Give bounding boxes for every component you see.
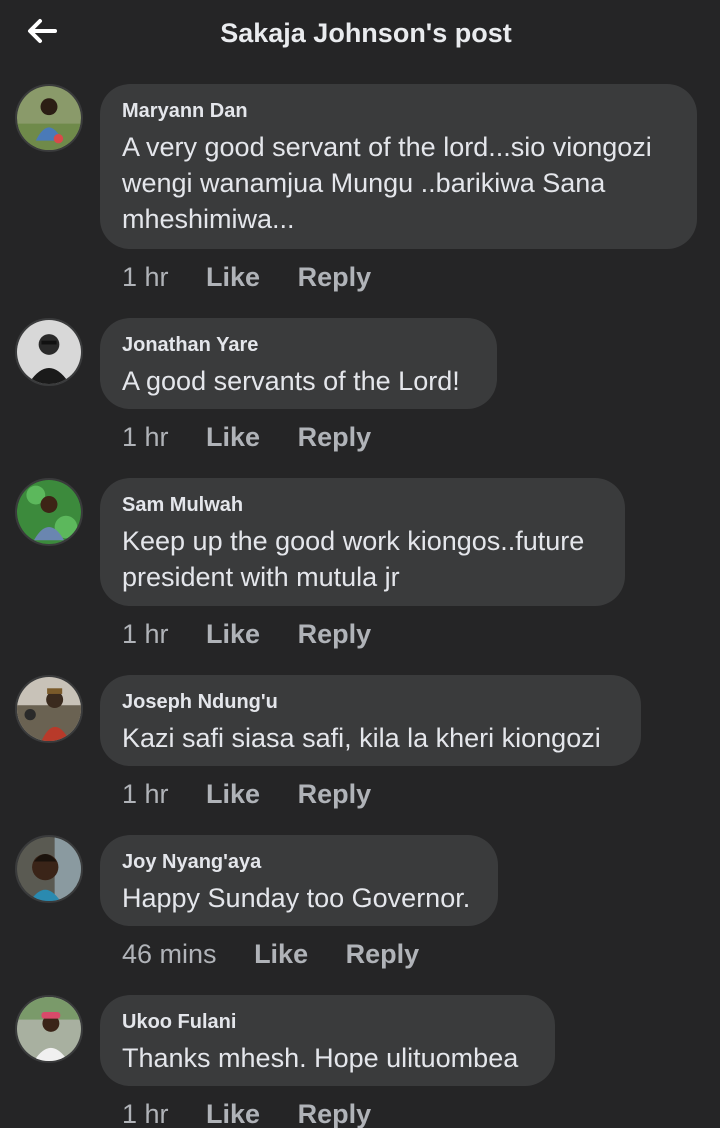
comment-actions: 1 hr Like Reply xyxy=(122,262,371,293)
like-button[interactable]: Like xyxy=(254,939,308,970)
comment-author[interactable]: Joseph Ndung'u xyxy=(122,691,619,714)
page-title: Sakaja Johnson's post xyxy=(220,18,512,48)
like-button[interactable]: Like xyxy=(206,619,260,650)
comment-text-line: Keep up the good work kiongos..future xyxy=(122,526,585,556)
comment-bubble: Maryann Dan A very good servant of the l… xyxy=(100,84,697,249)
comment-actions: 1 hr Like Reply xyxy=(122,422,371,453)
comment-timestamp: 1 hr xyxy=(122,262,169,292)
like-button[interactable]: Like xyxy=(206,1099,260,1128)
comment-bubble: Joy Nyang'aya Happy Sunday too Governor. xyxy=(100,835,498,926)
comment-actions: 1 hr Like Reply xyxy=(122,619,371,650)
comment-bubble: Jonathan Yare A good servants of the Lor… xyxy=(100,318,497,409)
comment-text-line: mheshimiwa... xyxy=(122,204,295,234)
comment-actions: 1 hr Like Reply xyxy=(122,779,371,810)
reply-button[interactable]: Reply xyxy=(298,779,372,810)
avatar[interactable] xyxy=(15,995,83,1063)
comment-author[interactable]: Jonathan Yare xyxy=(122,334,475,357)
comment-bubble: Joseph Ndung'u Kazi safi siasa safi, kil… xyxy=(100,675,641,766)
comment-timestamp: 46 mins xyxy=(122,939,217,969)
comment-author[interactable]: Joy Nyang'aya xyxy=(122,851,476,874)
comment-author[interactable]: Ukoo Fulani xyxy=(122,1011,533,1034)
comment-actions: 1 hr Like Reply xyxy=(122,1099,371,1128)
comment-text-line: Happy Sunday too Governor. xyxy=(122,883,471,913)
like-button[interactable]: Like xyxy=(206,422,260,453)
avatar[interactable] xyxy=(15,478,83,546)
reply-button[interactable]: Reply xyxy=(298,1099,372,1128)
reply-button[interactable]: Reply xyxy=(298,619,372,650)
comment-bubble: Sam Mulwah Keep up the good work kiongos… xyxy=(100,478,625,606)
comment-timestamp: 1 hr xyxy=(122,619,169,649)
comment-text-line: Thanks mhesh. Hope ulituombea xyxy=(122,1043,519,1073)
comment-timestamp: 1 hr xyxy=(122,422,169,452)
comment-text-line: A very good servant of the lord...sio vi… xyxy=(122,132,652,162)
avatar[interactable] xyxy=(15,84,83,152)
reply-button[interactable]: Reply xyxy=(298,262,372,293)
comment-actions: 46 mins Like Reply xyxy=(122,939,419,970)
comment-author[interactable]: Sam Mulwah xyxy=(122,494,603,517)
reply-button[interactable]: Reply xyxy=(346,939,420,970)
top-bar: Sakaja Johnson's post xyxy=(0,0,720,70)
comment-timestamp: 1 hr xyxy=(122,1099,169,1128)
comment-text-line: wengi wanamjua Mungu ..barikiwa Sana xyxy=(122,168,606,198)
avatar[interactable] xyxy=(15,675,83,743)
avatar[interactable] xyxy=(15,318,83,386)
comment-text-line: president with mutula jr xyxy=(122,562,400,592)
comment-text-line: Kazi safi siasa safi, kila la kheri kion… xyxy=(122,723,601,753)
like-button[interactable]: Like xyxy=(206,262,260,293)
comment-timestamp: 1 hr xyxy=(122,779,169,809)
reply-button[interactable]: Reply xyxy=(298,422,372,453)
like-button[interactable]: Like xyxy=(206,779,260,810)
comment-author[interactable]: Maryann Dan xyxy=(122,100,675,123)
comment-text-line: A good servants of the Lord! xyxy=(122,366,460,396)
comments-screen: Sakaja Johnson's post Maryann Dan A very… xyxy=(0,0,720,1128)
comment-bubble: Ukoo Fulani Thanks mhesh. Hope ulituombe… xyxy=(100,995,555,1086)
avatar[interactable] xyxy=(15,835,83,903)
